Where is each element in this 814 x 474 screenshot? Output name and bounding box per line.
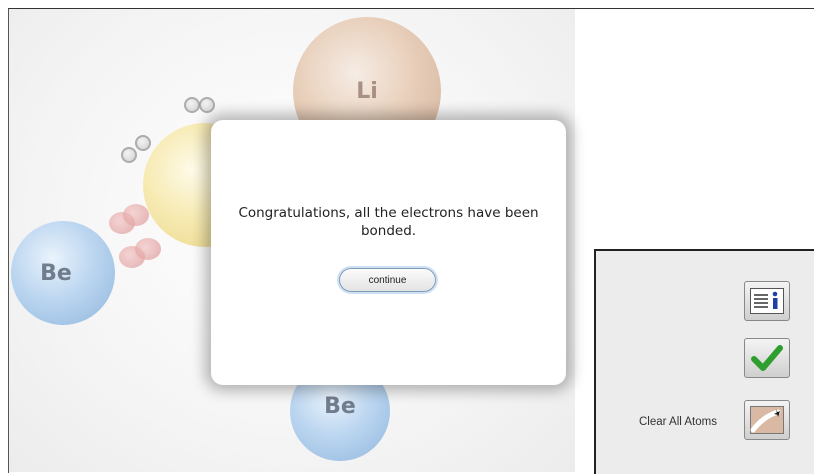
clear-all-atoms-label: Clear All Atoms bbox=[639, 416, 717, 428]
clear-all-atoms-button[interactable] bbox=[744, 400, 790, 440]
electron[interactable] bbox=[199, 97, 215, 113]
bond-electron bbox=[135, 238, 161, 260]
electron[interactable] bbox=[135, 135, 151, 151]
info-button[interactable] bbox=[744, 281, 790, 321]
eraser-icon bbox=[750, 406, 784, 434]
continue-button[interactable]: continue bbox=[339, 268, 436, 292]
electron[interactable] bbox=[184, 97, 200, 113]
checkmark-icon bbox=[751, 345, 783, 371]
atom-label-li: Li bbox=[356, 78, 378, 104]
atom-beryllium-left[interactable]: Be bbox=[11, 221, 115, 325]
check-button[interactable] bbox=[744, 338, 790, 378]
congratulations-dialog: Congratulations, all the electrons have … bbox=[211, 120, 566, 385]
tool-panel: Clear All Atoms bbox=[594, 249, 814, 474]
atom-label-be: Be bbox=[40, 260, 72, 286]
electron[interactable] bbox=[121, 147, 137, 163]
atom-label-be: Be bbox=[324, 393, 356, 419]
info-list-icon bbox=[750, 288, 784, 314]
dialog-message: Congratulations, all the electrons have … bbox=[238, 205, 539, 239]
bond-electron bbox=[123, 204, 149, 226]
